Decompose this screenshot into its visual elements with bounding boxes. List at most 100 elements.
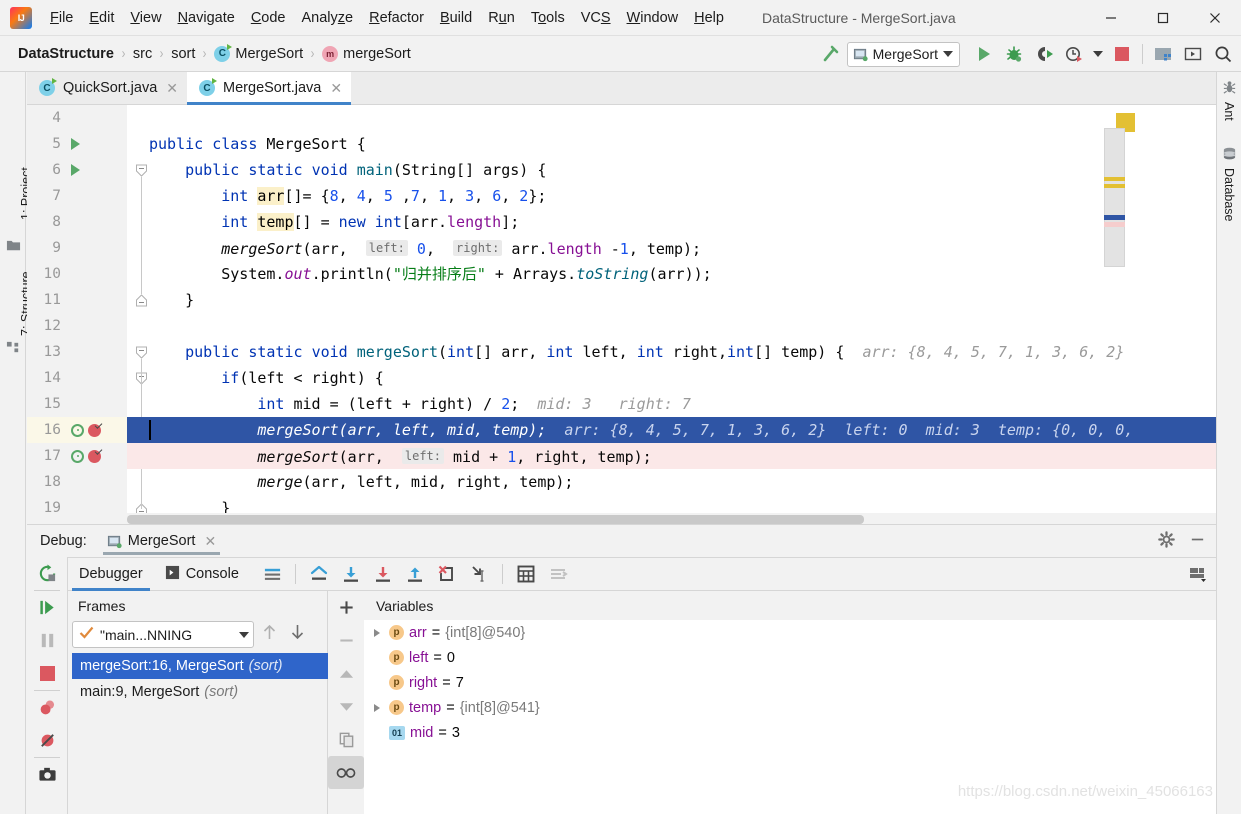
breakpoint-icon[interactable]: [88, 449, 101, 463]
editor-tab-quicksort[interactable]: QuickSort.java ✕: [27, 72, 188, 104]
resume-program-icon[interactable]: [27, 591, 68, 624]
threads-and-variables-icon[interactable]: [258, 558, 288, 591]
frame-row[interactable]: main:9, MergeSort (sort): [72, 679, 327, 705]
minimize-icon[interactable]: [1189, 531, 1206, 553]
editor-tab-mergesort[interactable]: MergeSort.java ✕: [187, 72, 352, 105]
chevron-down-icon[interactable]: [1090, 40, 1106, 68]
copy-icon[interactable]: [328, 723, 364, 756]
watches-icon[interactable]: [328, 756, 364, 789]
pause-program-icon[interactable]: [27, 624, 68, 657]
breadcrumb-item-class[interactable]: MergeSort: [214, 43, 303, 62]
trace-current-stream-icon[interactable]: [542, 558, 574, 591]
code-line-11[interactable]: }: [127, 287, 1216, 313]
breadcrumb-item-src[interactable]: src: [133, 46, 152, 62]
menu-help[interactable]: Help: [686, 7, 732, 29]
menu-tools[interactable]: Tools: [523, 7, 573, 29]
close-icon[interactable]: ✕: [166, 81, 178, 95]
arrow-down-icon[interactable]: [290, 623, 305, 646]
variable-row-mid[interactable]: 01 mid = 3: [364, 720, 1216, 745]
arrow-up-icon[interactable]: [262, 623, 277, 646]
recursive-call-icon[interactable]: [71, 423, 84, 437]
debug-session-tab[interactable]: MergeSort ✕: [102, 525, 221, 557]
editor-hscrollbar-thumb[interactable]: [127, 515, 864, 524]
step-into-icon[interactable]: [367, 558, 399, 591]
view-breakpoints-icon[interactable]: [27, 691, 68, 724]
menu-navigate[interactable]: Navigate: [170, 7, 243, 29]
run-gutter-icon[interactable]: [71, 164, 80, 176]
menu-analyze[interactable]: Analyze: [294, 7, 362, 29]
profiler-button[interactable]: [1060, 40, 1088, 68]
run-to-cursor-icon[interactable]: [463, 558, 495, 591]
code-line-14[interactable]: if(left < right) {: [127, 365, 1216, 391]
project-structure-button[interactable]: [1149, 40, 1177, 68]
menu-run[interactable]: Run: [480, 7, 523, 29]
breadcrumb-item-project[interactable]: DataStructure: [18, 46, 114, 62]
code-line-13[interactable]: public static void mergeSort(int[] arr, …: [127, 339, 1216, 365]
tab-debugger[interactable]: Debugger: [68, 558, 154, 591]
search-everywhere-icon[interactable]: [1209, 40, 1237, 68]
chevron-down-icon[interactable]: [943, 51, 953, 57]
code-line-10[interactable]: System.out.println("归并排序后" + Arrays.toSt…: [127, 261, 1216, 287]
menu-edit[interactable]: Edit: [81, 7, 122, 29]
menu-refactor[interactable]: Refactor: [361, 7, 432, 29]
evaluate-expression-icon[interactable]: [510, 558, 542, 591]
menu-window[interactable]: Window: [619, 7, 687, 29]
screenshot-icon[interactable]: [27, 758, 68, 791]
expand-arrow-icon[interactable]: [370, 703, 384, 712]
variables-pane[interactable]: Variables p arr = {int[8]@540} p left = …: [364, 591, 1216, 814]
debug-button[interactable]: [1000, 40, 1028, 68]
code-text-area[interactable]: public class MergeSort { public static v…: [127, 105, 1216, 524]
code-line-12[interactable]: [127, 313, 1216, 339]
arrow-up-icon[interactable]: [328, 657, 364, 690]
variable-row-arr[interactable]: p arr = {int[8]@540}: [364, 620, 1216, 645]
scrollbar-thumb[interactable]: [1104, 128, 1125, 267]
code-line-9[interactable]: mergeSort(arr, left: 0, right: arr.lengt…: [127, 235, 1216, 261]
run-gutter-icon[interactable]: [71, 138, 80, 150]
frame-row[interactable]: mergeSort:16, MergeSort (sort): [72, 653, 328, 679]
close-button[interactable]: [1189, 0, 1241, 36]
run-with-coverage-button[interactable]: [1030, 40, 1058, 68]
arrow-down-icon[interactable]: [328, 690, 364, 723]
plus-icon[interactable]: [328, 591, 364, 624]
rerun-icon[interactable]: [27, 557, 68, 590]
build-hammer-icon[interactable]: [817, 40, 845, 68]
menu-code[interactable]: Code: [243, 7, 294, 29]
ant-icon[interactable]: [1222, 80, 1238, 96]
code-line-5[interactable]: public class MergeSort {: [127, 131, 1216, 157]
menu-file[interactable]: File: [42, 7, 81, 29]
frames-list[interactable]: mergeSort:16, MergeSort (sort) main:9, M…: [72, 653, 328, 705]
variable-row-left[interactable]: p left = 0: [364, 645, 1216, 670]
structure-icon[interactable]: [6, 340, 22, 356]
step-over-icon[interactable]: [335, 558, 367, 591]
editor-gutter[interactable]: 4 5 6 7 8 9 10 11 12 13 14 15 16 17 18 1…: [27, 105, 127, 524]
breakpoint-icon[interactable]: [88, 423, 101, 437]
code-editor[interactable]: 4 5 6 7 8 9 10 11 12 13 14 15 16 17 18 1…: [27, 105, 1216, 524]
breadcrumb-item-sort[interactable]: sort: [171, 46, 195, 62]
expand-arrow-icon[interactable]: [370, 628, 384, 637]
menu-build[interactable]: Build: [432, 7, 480, 29]
close-icon[interactable]: ✕: [204, 534, 216, 548]
minus-icon[interactable]: [328, 624, 364, 657]
tab-console[interactable]: Console: [154, 558, 250, 591]
recursive-call-icon[interactable]: [71, 449, 84, 463]
drop-frame-icon[interactable]: [431, 558, 463, 591]
layout-settings-icon[interactable]: [1180, 558, 1216, 591]
code-line-17[interactable]: mergeSort(arr, left: mid + 1, right, tem…: [127, 443, 1216, 469]
code-line-8[interactable]: int temp[] = new int[arr.length];: [127, 209, 1216, 235]
variable-row-right[interactable]: p right = 7: [364, 670, 1216, 695]
sidebar-item-database[interactable]: Database: [1222, 168, 1236, 222]
menu-view[interactable]: View: [122, 7, 169, 29]
minimize-button[interactable]: [1085, 0, 1137, 36]
code-line-18[interactable]: merge(arr, left, mid, right, temp);: [127, 469, 1216, 495]
update-project-button[interactable]: [1179, 40, 1207, 68]
stop-icon[interactable]: [27, 657, 68, 690]
run-configuration-selector[interactable]: MergeSort: [846, 41, 960, 67]
maximize-button[interactable]: [1137, 0, 1189, 36]
code-line-4[interactable]: [127, 105, 1216, 131]
close-icon[interactable]: ✕: [330, 81, 342, 95]
mute-breakpoints-icon[interactable]: [27, 724, 68, 757]
code-line-15[interactable]: int mid = (left + right) / 2; mid: 3 rig…: [127, 391, 1216, 417]
menu-vcs[interactable]: VCS: [573, 7, 619, 29]
show-execution-point-icon[interactable]: [303, 558, 335, 591]
step-out-icon[interactable]: [399, 558, 431, 591]
